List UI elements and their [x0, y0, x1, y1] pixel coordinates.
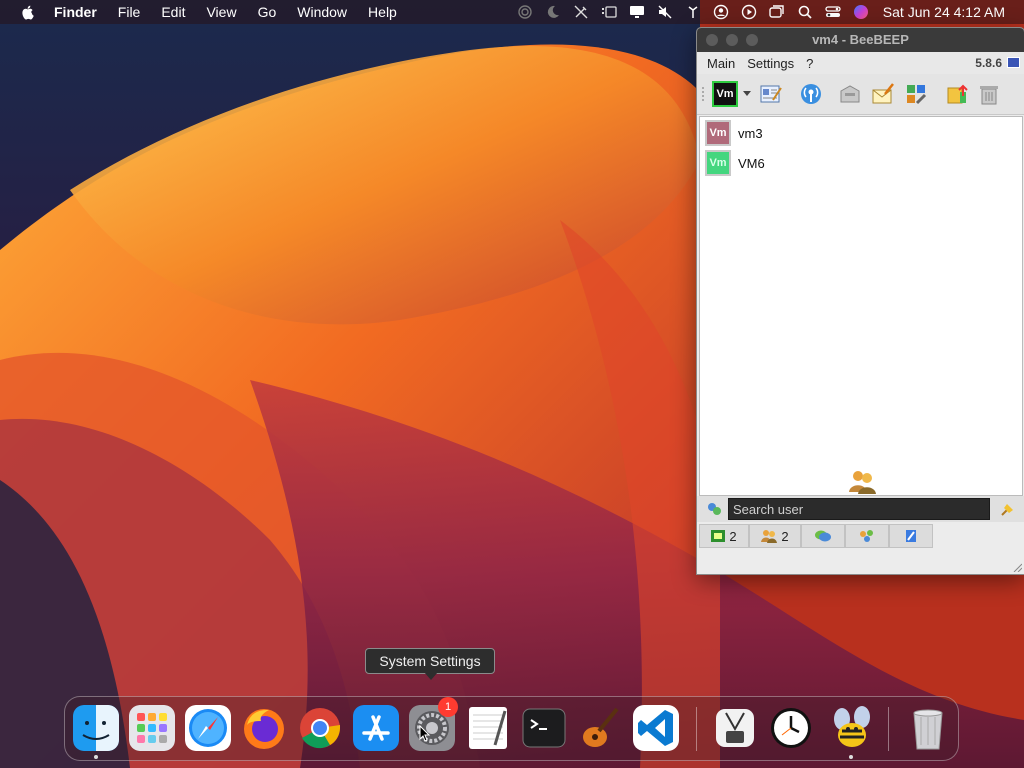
dock-tooltip: System Settings — [365, 648, 495, 674]
window-titlebar[interactable]: vm4 - BeeBEEP — [697, 28, 1024, 52]
dock-finder-icon[interactable] — [73, 705, 119, 751]
tab-users-online[interactable]: 2 — [699, 524, 749, 548]
menu-edit[interactable]: Edit — [161, 4, 185, 20]
filter-users-icon[interactable] — [706, 501, 722, 517]
running-indicator — [849, 755, 853, 759]
window-title: vm4 - BeeBEEP — [812, 32, 909, 47]
chevron-down-icon[interactable] — [743, 91, 751, 97]
dock-system-information-icon[interactable] — [712, 705, 758, 751]
status-area: Sat Jun 24 4:12 AM — [505, 0, 1024, 24]
dock-launchpad-icon[interactable] — [129, 705, 175, 751]
tab-chats[interactable] — [801, 524, 845, 548]
user-name: vm3 — [738, 125, 763, 141]
menu-bar: Finder File Edit View Go Window Help Sat… — [0, 0, 1024, 24]
stage-manager-icon[interactable] — [601, 4, 617, 20]
dock-garageband-icon[interactable] — [577, 705, 623, 751]
apple-icon[interactable] — [20, 4, 36, 20]
tab-count: 2 — [781, 528, 789, 544]
bottom-tabs: 2 2 — [697, 524, 1024, 548]
archive-box-icon[interactable] — [838, 82, 862, 106]
menu-view[interactable]: View — [206, 4, 236, 20]
user-list: Vm vm3 Vm VM6 — [699, 116, 1023, 496]
tab-groups[interactable] — [845, 524, 889, 548]
menu-window[interactable]: Window — [297, 4, 347, 20]
resize-grip-icon[interactable] — [1012, 562, 1022, 572]
menu-go[interactable]: Go — [258, 4, 277, 20]
pen-off-icon[interactable] — [573, 4, 589, 20]
avatar: Vm — [705, 150, 731, 176]
dock-separator — [888, 707, 889, 751]
toolbar-grip-icon — [702, 87, 704, 101]
users-group-icon — [761, 530, 778, 543]
beebeep-window: vm4 - BeeBEEP Main Settings ? 5.8.6 Vm V… — [696, 27, 1024, 575]
search-bar — [697, 496, 1024, 522]
user-row-vm3[interactable]: Vm vm3 — [705, 120, 1005, 146]
files-icon — [906, 530, 916, 542]
write-message-icon[interactable] — [871, 82, 895, 106]
display-icon[interactable] — [629, 4, 645, 20]
dock-trash-icon[interactable] — [905, 705, 951, 751]
mouse-cursor-icon — [419, 725, 431, 742]
dock-beebeep-icon[interactable] — [828, 705, 874, 751]
search-icon[interactable] — [797, 4, 813, 20]
menu-finder[interactable]: Finder — [54, 4, 97, 20]
menu-main[interactable]: Main — [707, 56, 735, 71]
tab-files[interactable] — [889, 524, 933, 548]
main-toolbar: Vm — [697, 74, 1024, 115]
users-logo-icon — [849, 471, 876, 494]
dock-vscode-icon[interactable] — [633, 705, 679, 751]
user-name: VM6 — [738, 155, 765, 171]
airdrop-icon[interactable] — [517, 4, 533, 20]
share-folder-icon[interactable] — [945, 82, 969, 106]
plugins-icon[interactable] — [904, 82, 928, 106]
menu-settings[interactable]: Settings — [747, 56, 794, 71]
tab-count: 2 — [729, 528, 737, 544]
tab-users-group[interactable]: 2 — [749, 524, 801, 548]
dock-app-store-icon[interactable] — [353, 705, 399, 751]
running-indicator — [94, 755, 98, 759]
version-label: 5.8.6 — [975, 56, 1002, 70]
control-center-icon[interactable] — [825, 4, 841, 20]
dock-firefox-icon[interactable] — [241, 705, 287, 751]
dock-terminal-icon[interactable] — [521, 705, 567, 751]
avatar-label: Vm — [709, 157, 727, 169]
mute-icon[interactable] — [657, 4, 673, 20]
chat-icon — [815, 530, 831, 542]
dock-chrome-icon[interactable] — [297, 705, 343, 751]
moon-icon[interactable] — [545, 4, 561, 20]
dock-safari-icon[interactable] — [185, 705, 231, 751]
menubar-clock[interactable]: Sat Jun 24 4:12 AM — [883, 4, 1005, 20]
menu-help[interactable]: Help — [368, 4, 397, 20]
dock — [64, 696, 959, 761]
user-icon[interactable] — [713, 4, 729, 20]
screens-icon[interactable] — [769, 4, 785, 20]
user-row-vm6[interactable]: Vm VM6 — [705, 150, 1005, 176]
language-flag-icon — [1007, 57, 1020, 68]
groups-icon — [860, 530, 873, 542]
vcard-icon[interactable] — [759, 82, 783, 106]
menu-file[interactable]: File — [118, 4, 141, 20]
dock-clock-icon[interactable] — [768, 705, 814, 751]
trash-icon[interactable] — [977, 82, 1001, 106]
broadcast-icon[interactable] — [799, 82, 823, 106]
status-button-label: Vm — [716, 88, 734, 100]
avatar-label: Vm — [709, 127, 727, 139]
status-button[interactable]: Vm — [712, 81, 738, 107]
dock-separator — [696, 707, 697, 751]
tooltip-text: System Settings — [379, 653, 481, 669]
play-icon[interactable] — [741, 4, 757, 20]
avatar: Vm — [705, 120, 731, 146]
wifi-icon[interactable] — [685, 4, 701, 20]
clear-search-icon[interactable] — [999, 501, 1015, 517]
menu-help-question[interactable]: ? — [806, 56, 813, 71]
siri-icon[interactable] — [853, 4, 869, 20]
app-menubar: Main Settings ? 5.8.6 — [697, 52, 1024, 74]
notification-badge: 1 — [438, 697, 458, 717]
users-online-icon — [711, 530, 726, 542]
tooltip-tail — [424, 672, 438, 680]
dock-textedit-icon[interactable] — [465, 705, 511, 751]
search-user-input[interactable] — [728, 498, 990, 520]
